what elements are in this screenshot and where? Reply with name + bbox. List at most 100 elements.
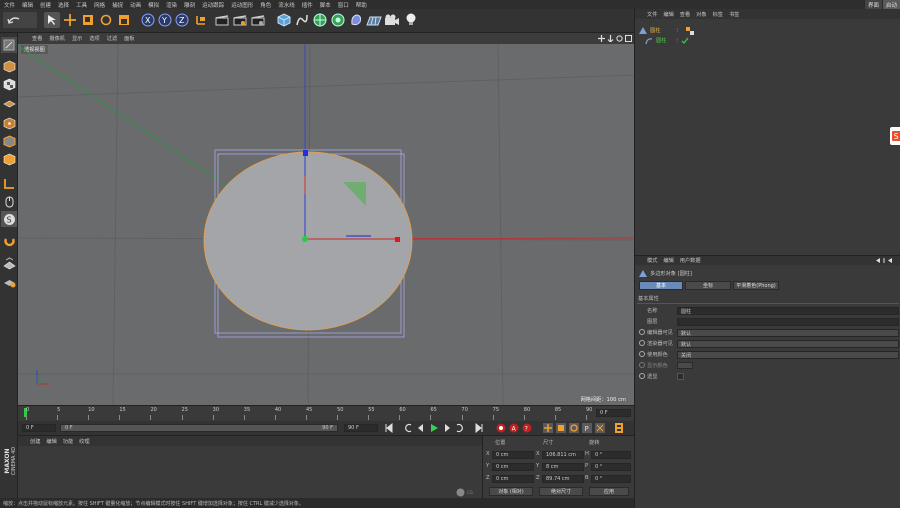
- previous-key-icon[interactable]: [403, 423, 413, 433]
- maximize-view-icon[interactable]: [625, 35, 632, 42]
- texture-mode-button[interactable]: [1, 76, 17, 92]
- record-position-icon[interactable]: [543, 423, 553, 433]
- keyframe-radio-display-color-icon[interactable]: [639, 362, 645, 368]
- render-view-button[interactable]: [214, 12, 230, 28]
- am-menu-edit[interactable]: 编辑: [663, 257, 673, 264]
- om-menu-file[interactable]: 文件: [647, 11, 657, 18]
- keyframe-radio-render-icon[interactable]: [639, 340, 645, 346]
- mograph-cloner-button[interactable]: [330, 12, 346, 28]
- menu-item-pipeline[interactable]: 流水线: [278, 1, 295, 9]
- render-to-picture-viewer-button[interactable]: [232, 12, 248, 28]
- phong-tag-icon[interactable]: [685, 26, 695, 35]
- visible-in-editor-dropdown[interactable]: 默认: [677, 329, 899, 337]
- object-row-cylinder[interactable]: 圆柱 ⁝: [639, 26, 759, 35]
- previous-frame-icon[interactable]: [416, 423, 426, 433]
- viewport-menu-panel[interactable]: 面板: [124, 35, 134, 42]
- rot-h-field[interactable]: 0 °: [591, 451, 631, 459]
- model-mode-button[interactable]: [1, 58, 17, 74]
- name-field[interactable]: 圆柱: [677, 307, 899, 315]
- om-menu-objects[interactable]: 对象: [696, 11, 706, 18]
- layout-tab-startup[interactable]: 启动: [881, 0, 900, 9]
- visibility-dots-icon-2[interactable]: ⁝: [676, 38, 678, 44]
- record-point-level-icon[interactable]: [595, 423, 605, 433]
- am-menu-user-data[interactable]: 用户数据: [680, 257, 701, 264]
- size-y-field[interactable]: 8 cm: [542, 463, 584, 471]
- menu-item-script[interactable]: 脚本: [320, 1, 331, 9]
- menu-item-create[interactable]: 创建: [40, 1, 51, 9]
- menu-item-help[interactable]: 帮助: [356, 1, 367, 9]
- record-parameter-icon[interactable]: P: [582, 423, 592, 433]
- viewport-menu-display[interactable]: 显示: [72, 35, 82, 42]
- menu-item-character[interactable]: 角色: [260, 1, 271, 9]
- floor-button[interactable]: [366, 12, 382, 28]
- use-color-dropdown[interactable]: 关闭: [677, 351, 899, 359]
- go-to-end-icon[interactable]: [474, 423, 484, 433]
- coordinate-mode-dropdown[interactable]: 对象 (相对): [489, 487, 533, 496]
- keyframe-radio-xray-icon[interactable]: [639, 373, 645, 379]
- menu-item-edit[interactable]: 编辑: [22, 1, 33, 9]
- current-frame-field[interactable]: 0 F: [596, 409, 631, 417]
- live-select-button[interactable]: [44, 12, 60, 28]
- start-frame-field[interactable]: 0 F: [22, 424, 56, 432]
- edges-mode-button[interactable]: [1, 133, 17, 149]
- snap-button[interactable]: S: [1, 211, 17, 227]
- workplane-mode-button[interactable]: [1, 94, 17, 110]
- material-menu-create[interactable]: 创建: [30, 438, 40, 445]
- go-to-start-icon[interactable]: [384, 423, 394, 433]
- material-menu-texture[interactable]: 纹理: [79, 438, 89, 445]
- keyframe-radio-color-icon[interactable]: [639, 351, 645, 357]
- next-key-icon[interactable]: [455, 423, 465, 433]
- end-frame-field[interactable]: 90 F: [344, 424, 378, 432]
- record-rotation-icon[interactable]: [569, 423, 579, 433]
- timeline-window-icon[interactable]: [614, 423, 624, 433]
- keyframe-selection-icon[interactable]: ?: [522, 423, 532, 433]
- attribute-nav-icons[interactable]: [875, 257, 899, 264]
- make-editable-button[interactable]: [1, 37, 17, 53]
- menu-item-sculpt[interactable]: 雕刻: [184, 1, 195, 9]
- size-z-field[interactable]: 89.74 cm: [542, 475, 584, 483]
- rot-b-field[interactable]: 0 °: [591, 475, 631, 483]
- keyframe-radio-editor-icon[interactable]: [639, 329, 645, 335]
- cylinder-object[interactable]: [203, 151, 413, 331]
- render-settings-button[interactable]: [250, 12, 266, 28]
- points-mode-button[interactable]: [1, 115, 17, 131]
- spline-button[interactable]: [294, 12, 310, 28]
- y-axis-lock-button[interactable]: Y: [157, 12, 173, 28]
- object-origin[interactable]: [302, 236, 308, 242]
- move-button[interactable]: [62, 12, 78, 28]
- scale-button[interactable]: [80, 12, 96, 28]
- om-menu-tags[interactable]: 标签: [713, 11, 723, 18]
- apply-button[interactable]: 应用: [589, 487, 629, 496]
- menu-item-motion-tracking[interactable]: 运动跟踪: [202, 1, 224, 9]
- viewport-menu-options[interactable]: 选项: [89, 35, 99, 42]
- menu-item-mesh[interactable]: 网格: [94, 1, 105, 9]
- subdivision-button[interactable]: [312, 12, 328, 28]
- rot-p-field[interactable]: 0 °: [591, 463, 631, 471]
- deformer-button[interactable]: [348, 12, 364, 28]
- rotate-view-icon[interactable]: [616, 35, 623, 42]
- menu-item-mograph[interactable]: 运动图形: [231, 1, 253, 9]
- perspective-viewport[interactable]: 透视视图 网格间距：100 cm: [18, 44, 634, 405]
- tab-basic[interactable]: 基本: [639, 281, 683, 290]
- tweak-mode-button[interactable]: [1, 193, 17, 209]
- menu-item-file[interactable]: 文件: [4, 1, 15, 9]
- viewport-menu-cameras[interactable]: 摄像机: [49, 35, 65, 42]
- enabled-check-icon[interactable]: [681, 37, 689, 45]
- menu-item-window[interactable]: 窗口: [338, 1, 349, 9]
- tab-phong[interactable]: 平滑着色(Phong): [733, 281, 779, 290]
- coordinate-system-button[interactable]: [193, 12, 209, 28]
- layout-tab-interface[interactable]: 界面: [863, 0, 882, 9]
- menu-item-plugins[interactable]: 插件: [302, 1, 313, 9]
- zoom-arrows-icon[interactable]: [607, 35, 614, 42]
- om-menu-edit[interactable]: 编辑: [663, 11, 673, 18]
- size-mode-dropdown[interactable]: 绝对尺寸: [539, 487, 583, 496]
- enable-axis-button[interactable]: [1, 175, 17, 191]
- record-scale-icon[interactable]: [556, 423, 566, 433]
- om-menu-bookmarks[interactable]: 书签: [729, 11, 739, 18]
- om-menu-view[interactable]: 查看: [680, 11, 690, 18]
- next-frame-icon[interactable]: [442, 423, 452, 433]
- xray-checkbox[interactable]: [677, 373, 684, 380]
- timeline-ruler[interactable]: 0 5 10 15 20 25 30 35 40 45 50 55 60 65 70 75 80 85 90 0 F: [18, 405, 634, 421]
- viewport-menu-view[interactable]: 查看: [32, 35, 42, 42]
- material-menu-function[interactable]: 功能: [63, 438, 73, 445]
